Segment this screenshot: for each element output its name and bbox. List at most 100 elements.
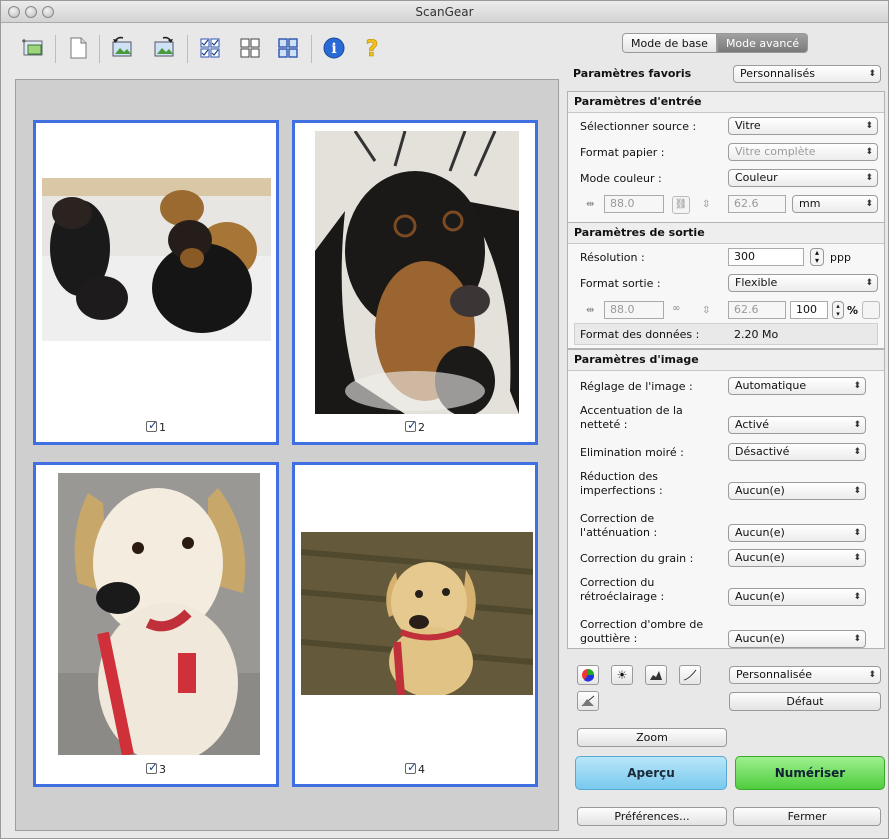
default-button[interactable]: Défaut [729, 692, 881, 711]
clear-icon[interactable] [61, 31, 95, 65]
image-setting-select[interactable]: Aucun(e) [728, 524, 866, 542]
settings-panel: Mode de base Mode avancé Paramètres favo… [567, 29, 885, 835]
output-width-field: 88.0 [604, 301, 664, 319]
image-setting-select[interactable]: Aucun(e) [728, 482, 866, 500]
window-title: ScanGear [415, 5, 474, 19]
resolution-field[interactable]: 300 [728, 248, 804, 266]
image-setting-label-line2: l'atténuation : [580, 526, 658, 539]
help-icon[interactable]: ? [355, 31, 389, 65]
aspect-ratio-icon [862, 301, 880, 319]
image-settings-section: Paramètres d'image Réglage de l'image : A… [567, 349, 885, 649]
image-setting-label: Correction du grain : [580, 552, 693, 566]
image-setting-select[interactable]: Automatique [728, 377, 866, 395]
output-width-icon: ⇹ [586, 305, 595, 316]
image-setting-label-line2: netteté : [580, 418, 628, 431]
tone-preset-select[interactable]: Personnalisée [729, 666, 881, 684]
rotate-left-icon[interactable] [105, 31, 139, 65]
input-settings-section: Paramètres d'entrée Sélectionner source … [567, 91, 885, 229]
image-setting-label-line1: Réduction des [580, 470, 658, 483]
output-size-label: Format sortie : [580, 277, 661, 290]
image-setting-label-line1: Elimination moiré : [580, 446, 684, 459]
color-balance-icon[interactable] [577, 665, 599, 685]
zoom-window-icon[interactable] [42, 6, 54, 18]
image-setting-label: Elimination moiré : [580, 446, 684, 460]
thumbnail-3[interactable]: 3 [33, 462, 279, 787]
close-window-icon[interactable] [8, 6, 20, 18]
svg-text:?: ? [366, 37, 379, 61]
input-width-field: 88.0 [604, 195, 664, 213]
brightness-icon[interactable]: ☀ [611, 665, 633, 685]
scale-unit: % [847, 304, 859, 317]
image-setting-label: Correction d'ombre de gouttière : [580, 618, 703, 646]
scan-button[interactable]: Numériser [735, 756, 885, 790]
image-setting-label-line1: Correction du [580, 576, 655, 589]
histogram-icon[interactable] [645, 665, 667, 685]
image-setting-label: Correction du rétroéclairage : [580, 576, 664, 604]
unit-select[interactable]: mm [792, 195, 878, 213]
paper-size-label: Format papier : [580, 146, 665, 159]
scale-field[interactable]: 100 [790, 301, 828, 319]
multi-crop-icon[interactable] [271, 31, 305, 65]
tone-curve-icon[interactable] [679, 665, 701, 685]
color-mode-label: Mode couleur : [580, 172, 662, 185]
tab-basic-mode[interactable]: Mode de base [622, 33, 717, 53]
output-settings-header: Paramètres de sortie [574, 226, 705, 239]
color-mode-select[interactable]: Couleur [728, 169, 878, 187]
scale-stepper[interactable]: ▴ ▾ [832, 301, 844, 319]
thumbnail-2-checkbox[interactable]: 2 [295, 418, 535, 434]
thumbnail-1-checkbox[interactable]: 1 [36, 418, 276, 434]
rotate-right-icon[interactable] [147, 31, 181, 65]
zoom-button[interactable]: Zoom [577, 728, 727, 747]
favorites-label: Paramètres favoris [573, 67, 692, 80]
image-setting-select[interactable]: Activé [728, 416, 866, 434]
preview-area[interactable]: 1 2 [15, 79, 559, 831]
output-size-select[interactable]: Flexible [728, 274, 878, 292]
image-setting-label-line2: rétroéclairage : [580, 590, 665, 603]
thumbnail-3-checkbox[interactable]: 3 [36, 760, 276, 776]
minimize-window-icon[interactable] [25, 6, 37, 18]
preview-button[interactable]: Aperçu [575, 756, 727, 790]
image-settings-header: Paramètres d'image [574, 353, 699, 366]
resolution-stepper[interactable]: ▴ ▾ [810, 248, 824, 266]
image-setting-label-line1: Correction de [580, 512, 655, 525]
paper-size-select: Vitre complète [728, 143, 878, 161]
output-link-icon: ∞ [672, 303, 681, 314]
info-icon[interactable]: i [317, 31, 351, 65]
thumbnail-2[interactable]: 2 [292, 120, 538, 445]
close-button[interactable]: Fermer [733, 807, 881, 826]
favorites-select[interactable]: Personnalisés [733, 65, 881, 83]
title-bar: ScanGear [1, 1, 888, 23]
thumbnail-1[interactable]: 1 [33, 120, 279, 445]
output-height-icon: ⇳ [702, 305, 711, 316]
tab-advanced-mode[interactable]: Mode avancé [716, 33, 809, 53]
width-icon: ⇹ [586, 199, 595, 210]
height-icon: ⇳ [702, 199, 711, 210]
image-setting-label: Réglage de l'image : [580, 380, 693, 394]
image-setting-select[interactable]: Désactivé [728, 443, 866, 461]
image-setting-select[interactable]: Aucun(e) [728, 630, 866, 648]
image-setting-label-line1: Correction d'ombre de [580, 618, 704, 631]
thumbnail-view-icon[interactable] [193, 31, 227, 65]
svg-text:i: i [331, 41, 336, 57]
image-setting-label-line1: Correction du grain : [580, 552, 694, 565]
image-setting-select[interactable]: Aucun(e) [728, 549, 866, 567]
preferences-button[interactable]: Préférences... [577, 807, 727, 826]
scangear-window: ScanGear i ? ✓1 ✓ 2 ✓3 ✓ 4 Mode de base … [0, 0, 889, 839]
photo-dachshund-closeup [315, 131, 519, 414]
image-setting-label-line1: Réglage de l'image : [580, 380, 693, 393]
thumbnail-4[interactable]: 4 [292, 462, 538, 787]
data-size-value: 2.20 Mo [734, 328, 779, 341]
image-setting-label: Réduction des imperfections : [580, 470, 663, 498]
resolution-label: Résolution : [580, 251, 645, 264]
data-size-label: Format des données : [580, 328, 700, 341]
mode-tabs: Mode de base Mode avancé [622, 33, 809, 53]
crop-icon[interactable] [17, 31, 51, 65]
thumbnail-4-checkbox[interactable]: 4 [295, 760, 535, 776]
image-setting-label-line2: imperfections : [580, 484, 663, 497]
whole-image-view-icon[interactable] [233, 31, 267, 65]
image-setting-label: Correction de l'atténuation : [580, 512, 657, 540]
final-review-icon[interactable] [577, 691, 599, 711]
photo-labrador-grass [301, 532, 533, 695]
image-setting-select[interactable]: Aucun(e) [728, 588, 866, 606]
source-select[interactable]: Vitre [728, 117, 878, 135]
